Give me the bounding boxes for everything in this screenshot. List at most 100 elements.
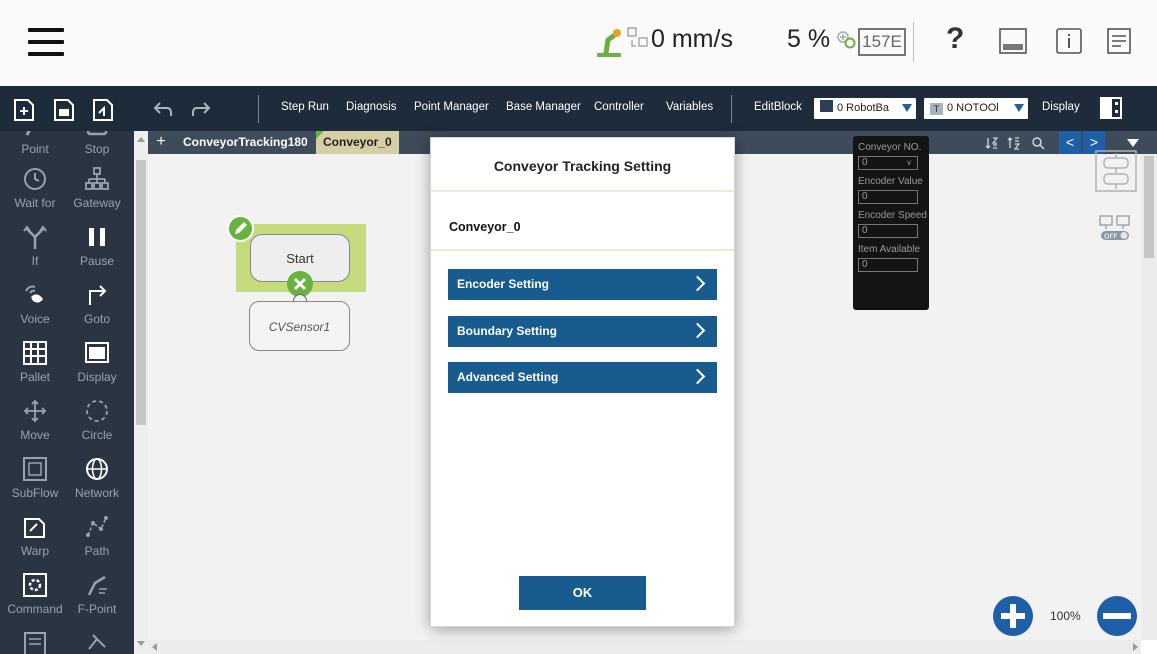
encoder-value-field: 0 <box>858 190 918 204</box>
palette-item-voice[interactable]: Voice <box>4 275 66 333</box>
gateway-icon <box>85 167 109 190</box>
cvsensor-node[interactable]: CVSensor1 <box>249 301 350 351</box>
speed-readout: 0 mm/s <box>651 25 733 53</box>
encoder-speed-label: Encoder Speed <box>858 210 927 221</box>
step-run-button[interactable]: Step Run <box>281 101 329 113</box>
button-label: Boundary Setting <box>457 324 558 338</box>
tab-menu-chevron-icon[interactable] <box>1127 139 1139 147</box>
scroll-up-icon[interactable] <box>137 137 145 142</box>
canvas-horizontal-scrollbar[interactable] <box>148 640 1141 654</box>
palette-label: Point <box>21 142 49 156</box>
palette-item-command[interactable]: Command <box>4 565 66 623</box>
palette-item-if[interactable]: If <box>4 217 66 275</box>
tab-search-icon[interactable] <box>1030 135 1046 151</box>
controller-button[interactable]: Controller <box>594 101 644 113</box>
undo-icon[interactable] <box>152 100 174 118</box>
canvas-scroll-thumb[interactable] <box>1144 156 1154 258</box>
conveyor-no-select[interactable]: 0 ∨ <box>858 156 918 170</box>
new-project-icon[interactable] <box>13 96 35 122</box>
scroll-right-icon[interactable] <box>1133 643 1138 651</box>
chevron-right-icon <box>689 275 706 292</box>
palette-item-more[interactable] <box>4 623 66 654</box>
save-project-icon[interactable] <box>53 96 75 122</box>
variables-button[interactable]: Variables <box>666 101 713 113</box>
panel-toggle-icon[interactable] <box>1100 97 1122 119</box>
node-palette: Point Stop Wait for Gateway If Pause Voi… <box>0 131 134 654</box>
tab-prev-button[interactable]: < <box>1059 131 1081 154</box>
palette-item-gateway[interactable]: Gateway <box>66 159 128 217</box>
palette-item-move[interactable]: Move <box>4 391 66 449</box>
editblock-button[interactable]: EditBlock <box>754 101 802 113</box>
tool-badge-icon: T <box>930 103 943 115</box>
menu-icon[interactable] <box>28 22 64 62</box>
flow-layout-icon[interactable] <box>1094 149 1138 193</box>
toolbar: Step Run Diagnosis Point Manager Base Ma… <box>0 86 1157 131</box>
palette-label: F-Point <box>77 602 117 616</box>
point-manager-button[interactable]: Point Manager <box>414 101 489 113</box>
palette-item-subflow[interactable]: SubFlow <box>4 449 66 507</box>
diagnosis-button[interactable]: Diagnosis <box>346 101 397 113</box>
display-icon <box>85 342 109 363</box>
palette-item-path[interactable]: Path <box>66 507 128 565</box>
save-as-icon[interactable] <box>92 96 114 122</box>
advanced-setting-button[interactable]: Advanced Setting <box>448 362 717 393</box>
palette-scroll-thumb[interactable] <box>136 160 146 425</box>
ok-button[interactable]: OK <box>519 576 646 610</box>
palette-item-circle[interactable]: Circle <box>66 391 128 449</box>
tool-select-value: 0 NOTOOl <box>947 102 999 114</box>
display-button[interactable]: Display <box>1042 101 1080 113</box>
palette-label: Wait for <box>14 196 56 210</box>
info-icon[interactable] <box>1056 28 1082 54</box>
palette-item-wait-for[interactable]: Wait for <box>4 159 66 217</box>
help-icon[interactable]: ? <box>946 22 964 56</box>
clock-icon <box>24 168 46 190</box>
palette-item-f-point[interactable]: F-Point <box>66 565 128 623</box>
scroll-left-icon[interactable] <box>152 643 157 651</box>
palette-item-goto[interactable]: Goto <box>66 275 128 333</box>
robot-arm-icon[interactable] <box>594 24 624 60</box>
edit-node-button[interactable] <box>227 215 254 242</box>
chevron-right-icon <box>689 322 706 339</box>
zoom-out-button[interactable] <box>1097 596 1137 636</box>
zoom-in-button[interactable] <box>993 596 1033 636</box>
palette-item-display[interactable]: Display <box>66 333 128 391</box>
scroll-down-icon[interactable] <box>137 641 145 646</box>
sort-za-icon[interactable] <box>1007 135 1023 151</box>
log-icon[interactable] <box>1107 28 1131 54</box>
toggle-switch-icon[interactable]: OFF <box>1098 214 1132 242</box>
base-badge-icon <box>820 100 833 112</box>
palette-item-network[interactable]: Network <box>66 449 128 507</box>
palette-label: Voice <box>20 312 50 326</box>
dialog-title: Conveyor Tracking Setting <box>493 158 672 174</box>
stop-icon <box>86 131 108 136</box>
palette-item-pallet[interactable]: Pallet <box>4 333 66 391</box>
encoder-value-label: Encoder Value <box>858 176 923 187</box>
boundary-setting-button[interactable]: Boundary Setting <box>448 316 717 347</box>
error-code-box[interactable]: 157E <box>858 28 906 56</box>
speed-sensor-icon <box>627 27 648 47</box>
divider <box>431 190 734 192</box>
palette-item-more-2[interactable] <box>66 623 128 654</box>
tool-select[interactable]: T 0 NOTOOl <box>924 98 1028 119</box>
speed-percent[interactable]: 5 % <box>787 25 830 54</box>
palette-item-warp[interactable]: Warp <box>4 507 66 565</box>
keyboard-icon[interactable] <box>999 28 1027 54</box>
base-select[interactable]: 0 RobotBa <box>814 98 916 119</box>
encoder-setting-button[interactable]: Encoder Setting <box>448 269 717 300</box>
base-manager-button[interactable]: Base Manager <box>506 101 581 113</box>
path-icon <box>86 516 108 537</box>
status-bar: 0 mm/s 5 % 157E ? <box>0 0 1157 86</box>
voice-icon <box>25 285 43 303</box>
if-branch-icon <box>23 225 47 249</box>
palette-item-pause[interactable]: Pause <box>66 217 128 275</box>
item-available-label: Item Available <box>858 244 921 255</box>
sort-az-icon[interactable] <box>985 135 1001 151</box>
tab-conveyortracking180[interactable]: ConveyorTracking180 <box>176 131 315 154</box>
palette-label: If <box>31 254 39 268</box>
warp-icon <box>24 518 45 538</box>
tab-conveyor-0[interactable]: Conveyor_0 <box>316 131 399 154</box>
add-tab-icon[interactable]: + <box>152 133 170 151</box>
pencil-icon <box>235 222 247 234</box>
redo-icon[interactable] <box>190 100 212 118</box>
palette-label: Warp <box>20 544 50 558</box>
